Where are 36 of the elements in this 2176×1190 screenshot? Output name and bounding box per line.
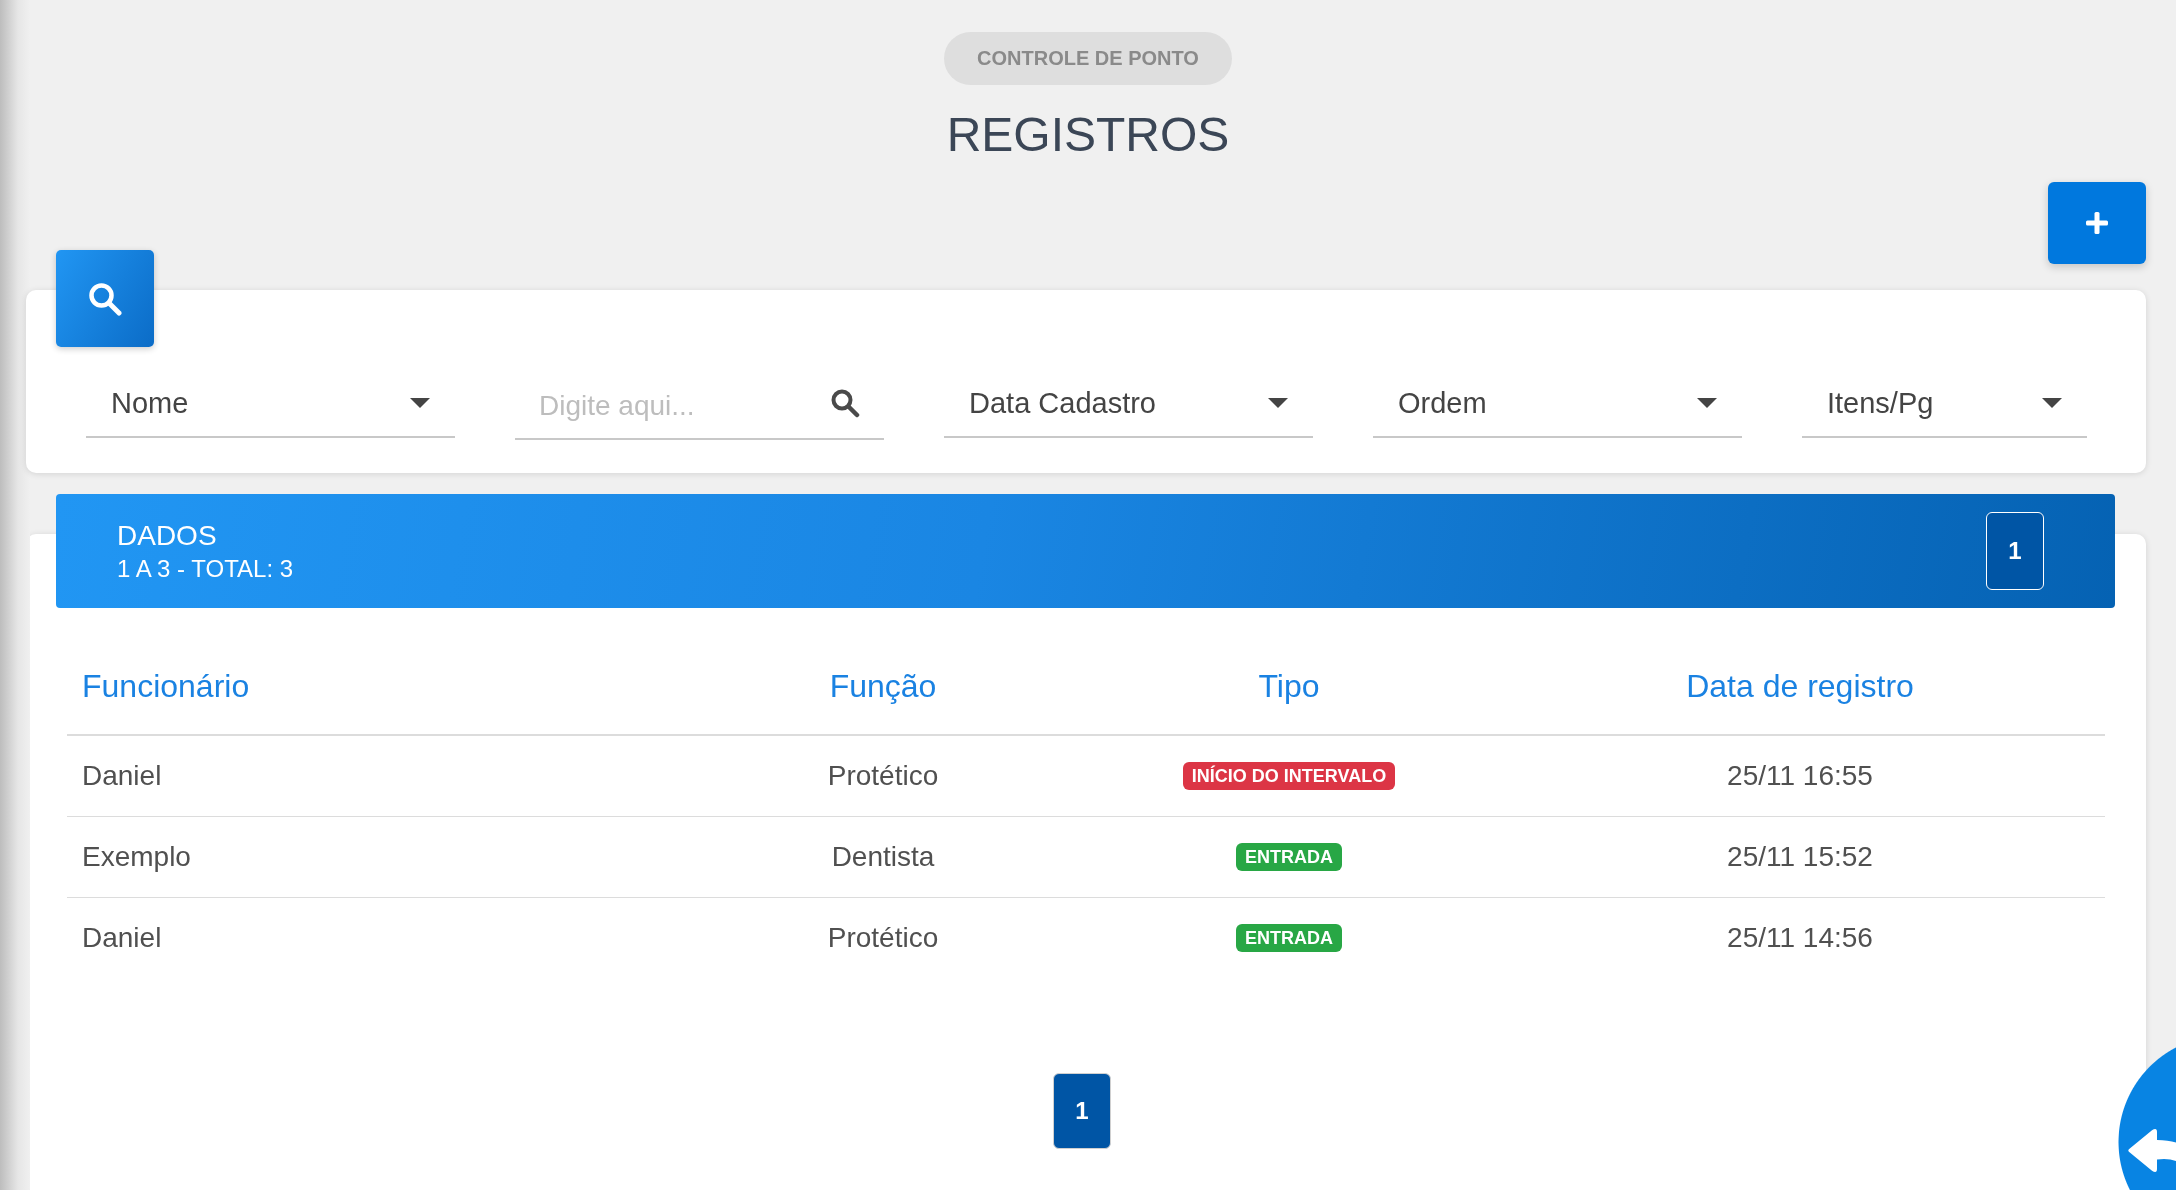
page-button[interactable]: 1 xyxy=(1053,1073,1111,1149)
table-cell: 25/11 14:56 xyxy=(1727,922,1873,954)
type-tag: ENTRADA xyxy=(1236,924,1342,952)
search-icon xyxy=(830,388,860,418)
plus-icon xyxy=(2086,212,2108,234)
column-header: Funcionário xyxy=(82,667,250,705)
caret-icon xyxy=(2042,398,2062,408)
table-cell: Protético xyxy=(827,922,939,954)
record-range: 1 A 3 - TOTAL: 3 xyxy=(117,554,294,584)
caret-icon xyxy=(1268,398,1288,408)
dropdown[interactable]: Data Cadastro xyxy=(944,370,1313,438)
search-field[interactable]: Digite aqui... xyxy=(515,370,884,440)
panel-title: DADOS xyxy=(117,519,218,553)
caret-icon xyxy=(410,398,430,408)
table-cell: Protético xyxy=(827,760,939,792)
table-cell: Exemplo xyxy=(82,841,191,873)
column-header: Data de registro xyxy=(1686,667,1914,705)
caret-icon xyxy=(1697,398,1717,408)
table-cell: 25/11 16:55 xyxy=(1727,760,1873,792)
type-tag: ENTRADA xyxy=(1236,843,1342,871)
page-title: REGISTROS xyxy=(946,111,1230,159)
table-cell: Daniel xyxy=(82,922,162,954)
type-tag: INÍCIO DO INTERVALO xyxy=(1182,762,1396,790)
section-tag: CONTROLE DE PONTO xyxy=(944,32,1232,85)
column-header: Tipo xyxy=(1258,667,1320,705)
table-cell: Dentista xyxy=(831,841,935,873)
table-cell: 25/11 15:52 xyxy=(1727,841,1873,873)
column-header: Função xyxy=(829,667,937,705)
table-cell: Daniel xyxy=(82,760,162,792)
dropdown[interactable]: Nome xyxy=(86,370,455,438)
search-button[interactable] xyxy=(56,250,154,347)
dropdown[interactable]: Itens/Pg xyxy=(1802,370,2087,438)
page-number-badge: 1 xyxy=(1986,512,2044,590)
search-icon xyxy=(88,281,122,316)
dropdown[interactable]: Ordem xyxy=(1373,370,1742,438)
add-button[interactable] xyxy=(2048,182,2146,264)
